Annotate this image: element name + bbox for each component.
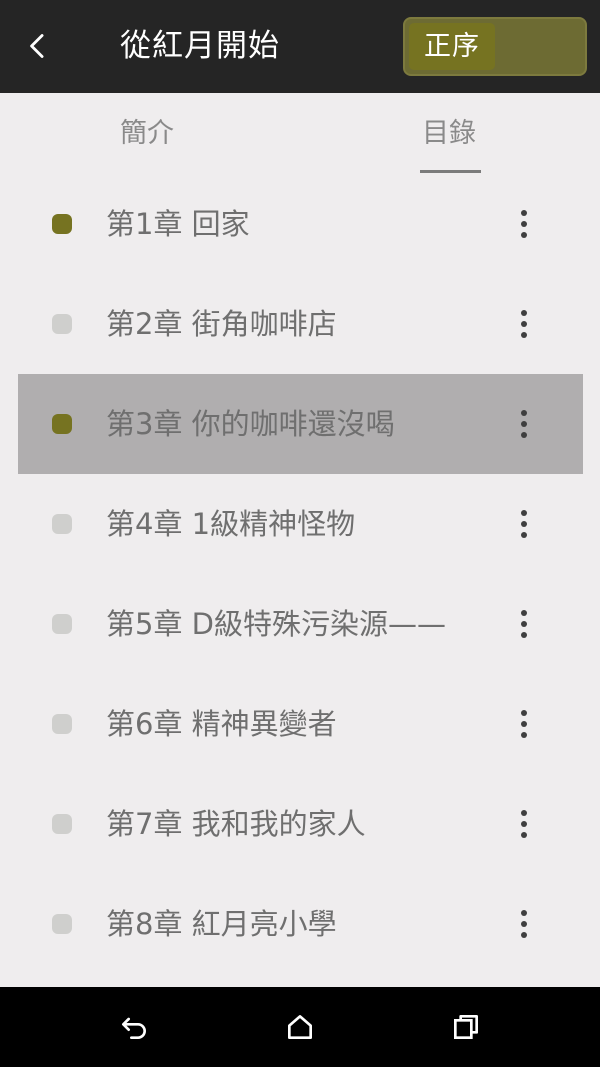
- chapter-title: 第7章 我和我的家人: [106, 807, 366, 841]
- chapter-more-button[interactable]: [506, 904, 542, 944]
- chapter-row[interactable]: 第4章 1級精神怪物: [18, 474, 583, 574]
- chapter-row[interactable]: 第7章 我和我的家人: [18, 774, 583, 874]
- detail-tabs: 簡介 目錄: [0, 93, 600, 175]
- more-vertical-icon: [521, 310, 527, 338]
- read-status-dot: [52, 914, 72, 934]
- chapter-row[interactable]: 第6章 精神異變者: [18, 674, 583, 774]
- chapter-list: 第1章 回家 第2章 街角咖啡店 第3章 你的咖啡還沒喝 第4章 1級精神怪物 …: [0, 174, 600, 987]
- chapter-title: 第3章 你的咖啡還沒喝: [106, 407, 395, 441]
- read-status-dot: [52, 214, 72, 234]
- chapter-row[interactable]: 第2章 街角咖啡店: [18, 274, 583, 374]
- chevron-left-icon: [30, 34, 44, 58]
- chapter-row[interactable]: 第3章 你的咖啡還沒喝: [18, 374, 583, 474]
- read-status-dot: [52, 514, 72, 534]
- sort-order-label: 正序: [424, 31, 480, 62]
- chapter-row[interactable]: 第5章 D級特殊污染源——: [18, 574, 583, 674]
- more-vertical-icon: [521, 810, 527, 838]
- chapter-directory-screen: 從紅月開始 正序 簡介 目錄 第1章 回家 第2章 街角咖啡店 第3章 你的咖啡…: [0, 0, 600, 1067]
- chapter-more-button[interactable]: [506, 304, 542, 344]
- read-status-dot: [52, 814, 72, 834]
- chapter-title: 第2章 街角咖啡店: [106, 307, 337, 341]
- chapter-more-button[interactable]: [506, 204, 542, 244]
- more-vertical-icon: [521, 210, 527, 238]
- more-vertical-icon: [521, 410, 527, 438]
- recent-apps-icon: [454, 1015, 478, 1039]
- read-status-dot: [52, 414, 72, 434]
- tab-table-of-contents[interactable]: 目錄: [422, 112, 476, 156]
- read-status-dot: [52, 314, 72, 334]
- system-navigation-bar: [0, 987, 600, 1067]
- more-vertical-icon: [521, 510, 527, 538]
- book-title: 從紅月開始: [120, 28, 280, 64]
- read-status-dot: [52, 714, 72, 734]
- top-app-bar: 從紅月開始 正序: [0, 0, 600, 93]
- more-vertical-icon: [521, 710, 527, 738]
- chapter-title: 第8章 紅月亮小學: [106, 907, 337, 941]
- active-tab-indicator: [420, 170, 481, 173]
- chapter-title: 第4章 1級精神怪物: [106, 507, 356, 541]
- chapter-more-button[interactable]: [506, 804, 542, 844]
- more-vertical-icon: [521, 910, 527, 938]
- home-icon: [288, 1015, 312, 1039]
- chapter-more-button[interactable]: [506, 604, 542, 644]
- sort-order-toggle[interactable]: 正序: [403, 17, 587, 76]
- android-back-icon: [122, 1017, 146, 1039]
- system-recent-apps-button[interactable]: [446, 1007, 486, 1047]
- system-back-button[interactable]: [114, 1007, 154, 1047]
- read-status-dot: [52, 614, 72, 634]
- chapter-more-button[interactable]: [506, 404, 542, 444]
- tab-introduction[interactable]: 簡介: [120, 112, 174, 156]
- system-home-button[interactable]: [280, 1007, 320, 1047]
- back-button[interactable]: [16, 24, 60, 68]
- chapter-row[interactable]: 第8章 紅月亮小學: [18, 874, 583, 974]
- chapter-title: 第1章 回家: [106, 207, 250, 241]
- chapter-more-button[interactable]: [506, 504, 542, 544]
- more-vertical-icon: [521, 610, 527, 638]
- chapter-more-button[interactable]: [506, 704, 542, 744]
- chapter-row[interactable]: 第1章 回家: [18, 174, 583, 274]
- chapter-title: 第5章 D級特殊污染源——: [106, 607, 446, 641]
- chapter-title: 第6章 精神異變者: [106, 707, 337, 741]
